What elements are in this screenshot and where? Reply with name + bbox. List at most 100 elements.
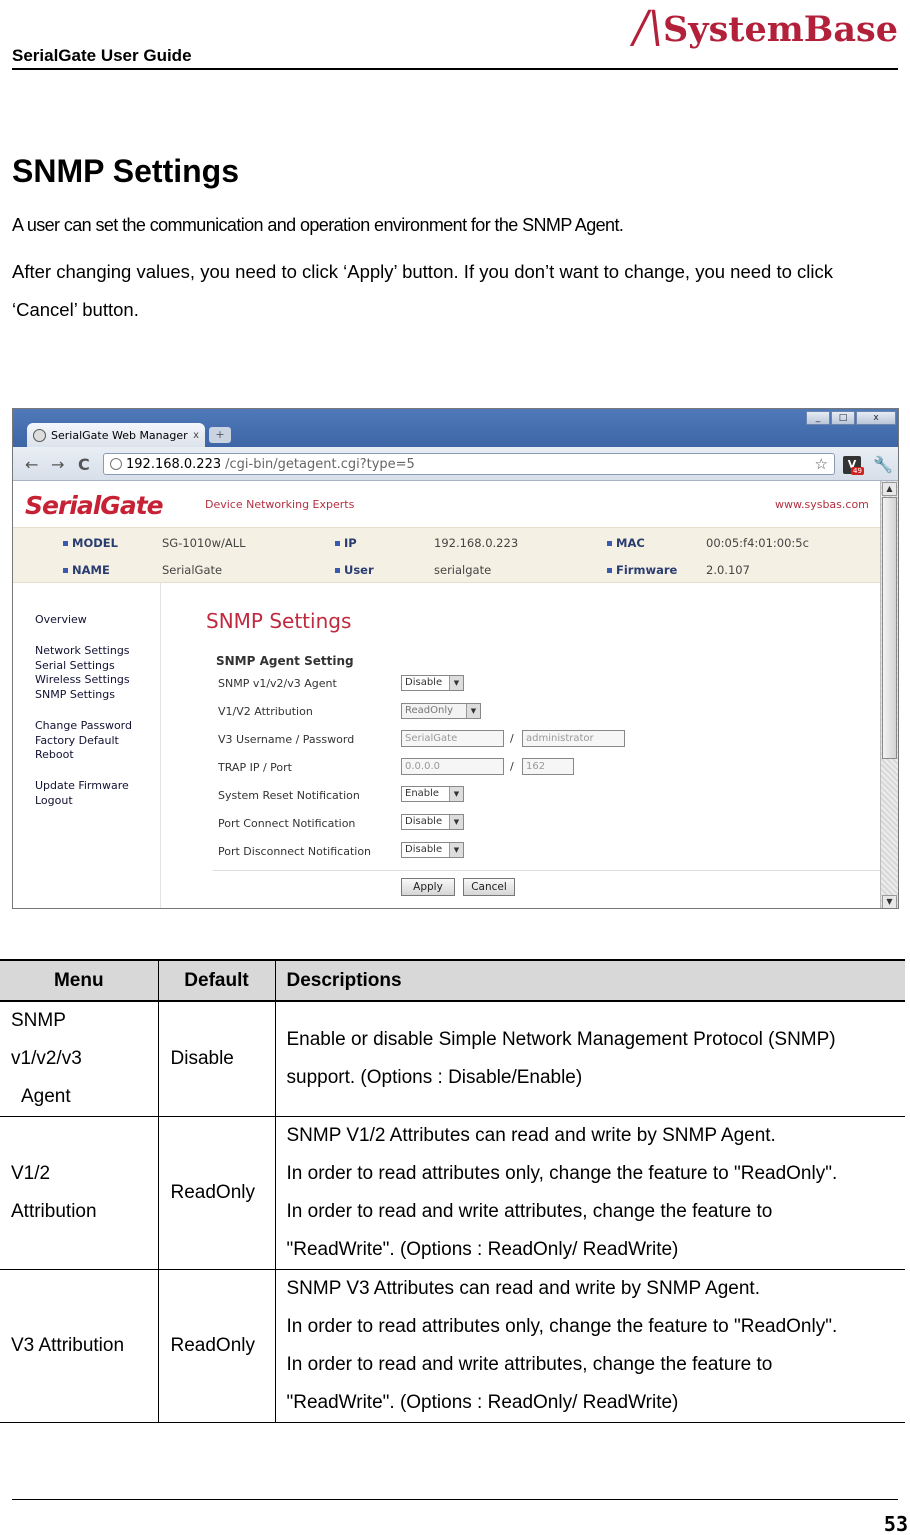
v12-attribution-select[interactable]: ReadOnly ▼ (401, 703, 481, 719)
menu-cell-line: Attribution (11, 1201, 97, 1222)
page-scrollbar[interactable]: ▲ ▼ (880, 481, 898, 908)
intro-paragraph-1: A user can set the communication and ope… (12, 215, 624, 235)
logo-mark: /\ (633, 2, 663, 53)
reset-notification-value: Enable (405, 788, 440, 799)
column-header-default: Default (158, 959, 276, 1002)
separator-slash: / (510, 760, 514, 773)
panel-subtitle: SNMP Agent Setting (216, 654, 354, 668)
web-page: SerialGate Device Networking Experts www… (13, 481, 881, 908)
panel-title: SNMP Settings (206, 609, 352, 633)
menu-item-wireless-settings[interactable]: Wireless Settings (35, 673, 130, 687)
column-header-menu: Menu (0, 959, 159, 1002)
browser-titlebar: SerialGate Web Manager x + _ □ x (13, 409, 898, 447)
v3-credentials-label: V3 Username / Password (218, 733, 355, 746)
site-link[interactable]: www.sysbas.com (775, 498, 869, 511)
v3-username-input[interactable]: SerialGate (401, 730, 504, 747)
browser-screenshot: SerialGate Web Manager x + _ □ x ← → C 1… (12, 408, 899, 909)
menu-item-serial-settings[interactable]: Serial Settings (35, 659, 115, 673)
menu-item-factory-default[interactable]: Factory Default (35, 734, 119, 748)
mac-label: MAC (607, 536, 645, 550)
menu-item-network-settings[interactable]: Network Settings (35, 644, 130, 658)
menu-cell-line: V1/2 (11, 1163, 51, 1184)
table-header-row: Menu Default Descriptions (0, 959, 905, 1002)
trap-ip-input[interactable]: 0.0.0.0 (401, 758, 504, 775)
ip-value: 192.168.0.223 (434, 536, 519, 550)
scroll-down-icon[interactable]: ▼ (882, 895, 897, 908)
window-controls: _ □ x (806, 411, 896, 425)
v12-attribution-label: V1/V2 Attribution (218, 705, 313, 718)
firmware-label: Firmware (607, 563, 677, 577)
default-cell: ReadOnly (158, 1269, 276, 1423)
menu-item-reboot[interactable]: Reboot (35, 748, 74, 762)
page-globe-icon (110, 458, 122, 470)
disconnect-notification-value: Disable (405, 844, 443, 855)
menu-cell-line: SNMP (11, 1010, 66, 1031)
agent-label: SNMP v1/v2/v3 Agent (218, 677, 337, 690)
description-cell: SNMP V1/2 Attributes can read and write … (275, 1116, 905, 1270)
connect-notification-select[interactable]: Disable ▼ (401, 814, 464, 830)
disconnect-notification-label: Port Disconnect Notification (218, 845, 372, 858)
wrench-menu-icon[interactable]: 🔧 (873, 455, 893, 474)
connect-notification-label: Port Connect Notification (218, 817, 356, 830)
new-tab-button[interactable]: + (209, 427, 231, 443)
apply-button[interactable]: Apply (401, 878, 455, 896)
description-line: In order to read attributes only, change… (286, 1316, 838, 1337)
url-path: /cgi-bin/getagent.cgi?type=5 (225, 456, 415, 472)
intro-paragraph-2: After changing values, you need to click… (12, 261, 834, 320)
name-label: NAME (63, 563, 110, 577)
menu-item-update-firmware[interactable]: Update Firmware (35, 779, 129, 793)
v3-password-input[interactable]: administrator (522, 730, 625, 747)
reset-notification-label: System Reset Notification (218, 789, 360, 802)
menu-cell: SNMP v1/v2/v3 Agent (0, 1001, 159, 1117)
reset-notification-select[interactable]: Enable ▼ (401, 786, 464, 802)
menu-cell-line: Agent (21, 1086, 71, 1107)
tab-close-icon[interactable]: x (193, 430, 199, 441)
scroll-up-icon[interactable]: ▲ (882, 482, 897, 496)
trap-port-input[interactable]: 162 (522, 758, 574, 775)
maximize-button[interactable]: □ (831, 411, 855, 425)
menu-cell: V1/2 Attribution (0, 1116, 159, 1270)
reload-icon[interactable]: C (78, 455, 90, 474)
description-line: In order to read attributes only, change… (286, 1163, 838, 1184)
menu-cell: V3 Attribution (0, 1269, 159, 1423)
browser-tab[interactable]: SerialGate Web Manager x (27, 423, 205, 447)
menu-item-logout[interactable]: Logout (35, 794, 73, 808)
chevron-down-icon: ▼ (466, 704, 480, 718)
serialgate-logo: SerialGate (25, 491, 164, 520)
description-line: SNMP V3 Attributes can read and write by… (286, 1278, 761, 1299)
connect-notification-value: Disable (405, 816, 443, 827)
model-label: MODEL (63, 536, 118, 550)
disconnect-notification-select[interactable]: Disable ▼ (401, 842, 464, 858)
cancel-button[interactable]: Cancel (463, 878, 515, 896)
tagline: Device Networking Experts (205, 498, 355, 511)
close-window-button[interactable]: x (856, 411, 896, 425)
default-cell: ReadOnly (158, 1116, 276, 1270)
logo-wordmark: SystemBase (662, 9, 898, 50)
menu-item-snmp-settings[interactable]: SNMP Settings (35, 688, 115, 702)
back-arrow-icon[interactable]: ← (25, 455, 38, 474)
description-line: In order to read and write attributes, c… (286, 1201, 773, 1222)
address-bar[interactable]: 192.168.0.223/cgi-bin/getagent.cgi?type=… (103, 453, 835, 475)
description-line: SNMP V1/2 Attributes can read and write … (286, 1125, 776, 1146)
minimize-button[interactable]: _ (806, 411, 830, 425)
table-row: V1/2 Attribution ReadOnly SNMP V1/2 Attr… (0, 1116, 905, 1270)
forward-arrow-icon[interactable]: → (51, 455, 64, 474)
settings-description-table: Menu Default Descriptions SNMP v1/v2/v3 … (0, 959, 905, 1423)
default-cell: Disable (158, 1001, 276, 1117)
bookmark-star-icon[interactable]: ☆ (815, 455, 828, 473)
scrollbar-thumb[interactable] (882, 497, 897, 759)
menu-item-change-password[interactable]: Change Password (35, 719, 132, 733)
table-row: SNMP v1/v2/v3 Agent Disable Enable or di… (0, 1001, 905, 1117)
menu-item-overview[interactable]: Overview (35, 613, 87, 627)
chevron-down-icon: ▼ (449, 843, 463, 857)
systembase-logo: /\ SystemBase (633, 0, 898, 50)
chevron-down-icon: ▼ (449, 676, 463, 690)
user-value: serialgate (434, 563, 492, 577)
description-cell: SNMP V3 Attributes can read and write by… (275, 1269, 905, 1423)
chevron-down-icon: ▼ (449, 787, 463, 801)
device-info-bar: MODEL SG-1010w/ALL IP 192.168.0.223 MAC … (13, 527, 881, 583)
agent-select[interactable]: Disable ▼ (401, 675, 464, 691)
description-line: In order to read and write attributes, c… (286, 1354, 773, 1375)
column-header-descriptions: Descriptions (275, 959, 905, 1002)
description-cell: Enable or disable Simple Network Managem… (275, 1001, 905, 1117)
